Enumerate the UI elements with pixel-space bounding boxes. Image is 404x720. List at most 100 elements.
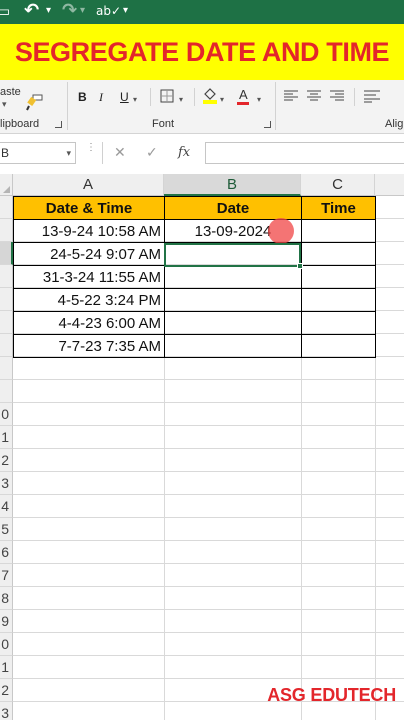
undo-dropdown-chevron-icon[interactable]: ▾ xyxy=(46,0,51,22)
row-header[interactable]: 8 xyxy=(0,587,13,610)
cell-a2[interactable]: 13-9-24 10:58 AM xyxy=(14,220,164,243)
row-header[interactable] xyxy=(0,242,13,265)
click-indicator xyxy=(268,218,294,244)
row-header[interactable]: 2 xyxy=(0,679,13,702)
row-header[interactable] xyxy=(0,334,13,357)
row-header[interactable]: 5 xyxy=(0,518,13,541)
font-color-button[interactable]: A xyxy=(239,87,248,103)
column-header-b[interactable]: B xyxy=(164,174,301,196)
row-header[interactable] xyxy=(0,196,13,219)
table-border-horizontal xyxy=(13,196,376,197)
row-header[interactable] xyxy=(0,219,13,242)
row-header[interactable]: 3 xyxy=(0,472,13,495)
enter-entry-icon[interactable]: ✓ xyxy=(146,144,158,162)
gridline-horizontal xyxy=(13,402,404,403)
cell-c3[interactable] xyxy=(302,243,375,266)
row-header[interactable]: 1 xyxy=(0,656,13,679)
select-all-corner[interactable] xyxy=(0,174,13,196)
borders-dropdown-icon[interactable]: ▾ xyxy=(179,92,183,108)
column-header-c[interactable]: C xyxy=(301,174,375,196)
cancel-entry-icon[interactable]: ✕ xyxy=(114,144,126,162)
header-cell-time[interactable]: Time xyxy=(302,197,375,219)
formula-bar-splitter-icon[interactable]: ⋮ xyxy=(86,143,96,160)
font-color-dropdown-icon[interactable]: ▾ xyxy=(257,92,261,108)
cell-b4[interactable] xyxy=(165,266,301,289)
cell-a3[interactable]: 24-5-24 9:07 AM xyxy=(14,243,164,266)
bold-button[interactable]: B xyxy=(78,89,87,105)
column-header-d[interactable] xyxy=(375,174,404,196)
spelling-check-icon[interactable]: ab✓ xyxy=(96,0,121,22)
quick-access-toolbar: ▭ ↶ ▾ ↷ ▾ ab✓ ▾ xyxy=(0,0,404,24)
row-header[interactable]: 7 xyxy=(0,564,13,587)
row-header[interactable]: 9 xyxy=(0,610,13,633)
fill-color-dropdown-icon[interactable]: ▾ xyxy=(220,92,224,108)
name-box-value: B xyxy=(1,146,10,160)
gridline-horizontal xyxy=(13,494,404,495)
cell-a5[interactable]: 4-5-22 3:24 PM xyxy=(14,289,164,312)
row-header[interactable]: 0 xyxy=(0,633,13,656)
formula-separator xyxy=(102,142,103,164)
cell-c7[interactable] xyxy=(302,335,375,358)
cell-b5[interactable] xyxy=(165,289,301,312)
borders-icon[interactable] xyxy=(160,89,174,103)
fill-color-icon[interactable] xyxy=(202,86,218,104)
format-painter-icon[interactable] xyxy=(26,94,44,112)
formula-bar: B ▾ ⋮ ✕ ✓ fx xyxy=(0,134,404,174)
column-header-a[interactable]: A xyxy=(13,174,164,196)
cell-b7[interactable] xyxy=(165,335,301,358)
align-left-icon[interactable] xyxy=(284,90,298,102)
name-box-dropdown-icon[interactable]: ▾ xyxy=(66,143,71,163)
row-header[interactable]: 2 xyxy=(0,449,13,472)
table-border-horizontal xyxy=(13,219,376,220)
cell-a6[interactable]: 4-4-23 6:00 AM xyxy=(14,312,164,335)
row-header[interactable] xyxy=(0,311,13,334)
clipboard-launcher-icon[interactable] xyxy=(55,121,62,128)
font-launcher-icon[interactable] xyxy=(264,121,271,128)
underline-dropdown-icon[interactable]: ▾ xyxy=(133,92,137,108)
italic-button[interactable]: I xyxy=(99,89,103,105)
cell-a7[interactable]: 7-7-23 7:35 AM xyxy=(14,335,164,358)
row-header[interactable]: 0 xyxy=(0,403,13,426)
ribbon: aste ▾ lipboard B I U ▾ ▾ ▾ A ▾ Font Ali… xyxy=(0,80,404,134)
row-header[interactable] xyxy=(0,288,13,311)
row-header[interactable] xyxy=(0,265,13,288)
cell-a4[interactable]: 31-3-24 11:55 AM xyxy=(14,266,164,289)
cell-c6[interactable] xyxy=(302,312,375,335)
underline-button[interactable]: U xyxy=(120,89,129,105)
customize-toolbar-icon[interactable]: ▾ xyxy=(123,0,128,22)
fill-handle[interactable] xyxy=(297,263,303,269)
wrap-text-icon[interactable] xyxy=(364,89,384,103)
redo-dropdown-chevron-icon[interactable]: ▾ xyxy=(80,0,85,22)
row-header[interactable]: 4 xyxy=(0,495,13,518)
align-right-icon[interactable] xyxy=(330,90,344,102)
paste-label[interactable]: aste xyxy=(0,86,21,98)
insert-function-icon[interactable]: fx xyxy=(178,144,190,162)
cell-b6[interactable] xyxy=(165,312,301,335)
gridline-horizontal xyxy=(13,609,404,610)
title-banner: SEGREGATE DATE AND TIME xyxy=(0,24,404,80)
row-header[interactable]: 1 xyxy=(0,426,13,449)
cell-c5[interactable] xyxy=(302,289,375,312)
spreadsheet-grid[interactable]: A B C 01234567890123 Date & Time Date Ti… xyxy=(0,174,404,720)
save-icon[interactable]: ▭ xyxy=(0,0,10,22)
name-box[interactable]: B ▾ xyxy=(0,142,76,164)
gridline-horizontal xyxy=(13,678,404,679)
align-center-icon[interactable] xyxy=(307,90,321,102)
cell-c2[interactable] xyxy=(302,220,375,243)
row-header[interactable] xyxy=(0,380,13,403)
redo-icon[interactable]: ↷ xyxy=(62,0,77,22)
alignment-group-label: Alig xyxy=(385,118,404,130)
header-cell-date-time[interactable]: Date & Time xyxy=(14,197,164,219)
row-header[interactable] xyxy=(0,357,13,380)
formula-input[interactable] xyxy=(205,142,404,164)
undo-icon[interactable]: ↶ xyxy=(24,0,39,22)
gridline-horizontal xyxy=(13,425,404,426)
row-header[interactable]: 6 xyxy=(0,541,13,564)
gridline-horizontal xyxy=(13,471,404,472)
row-header[interactable]: 3 xyxy=(0,702,13,720)
ribbon-separator xyxy=(150,88,151,106)
header-cell-date[interactable]: Date xyxy=(165,197,301,219)
clipboard-group-label: lipboard xyxy=(0,118,40,130)
paste-dropdown-icon[interactable]: ▾ xyxy=(2,99,7,110)
cell-c4[interactable] xyxy=(302,266,375,289)
